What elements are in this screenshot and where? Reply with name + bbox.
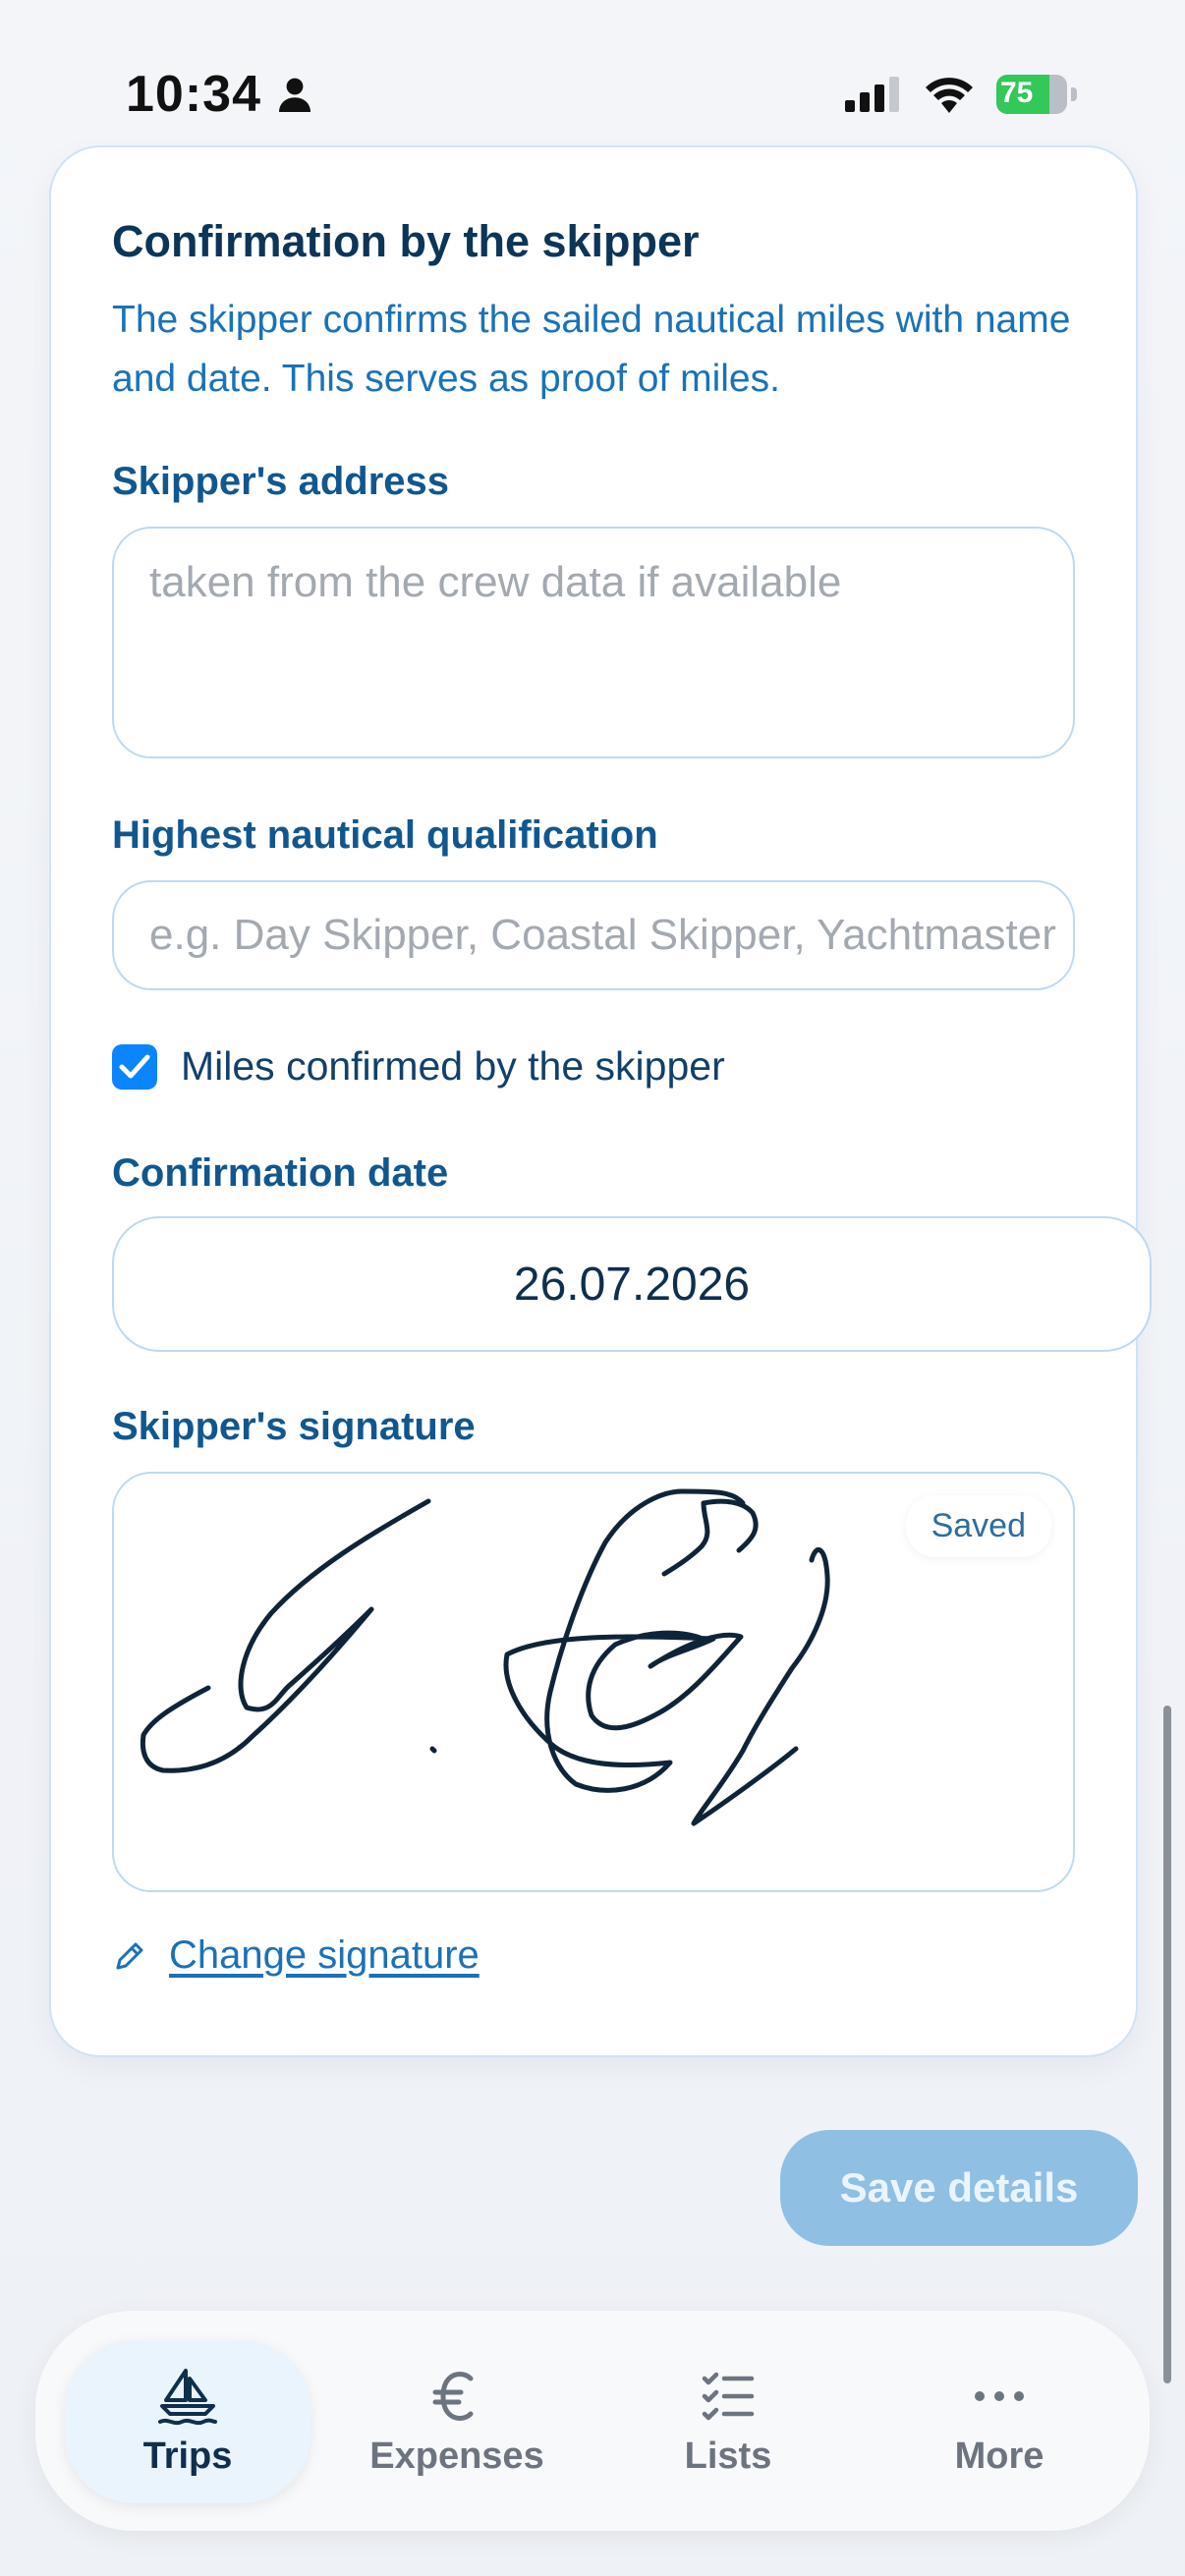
more-icon [975, 2390, 1024, 2401]
person-icon [279, 78, 310, 112]
confirmation-date-value: 26.07.2026 [513, 1258, 751, 1311]
sailboat-icon [158, 2368, 217, 2425]
address-label: Skipper's address [112, 460, 450, 503]
tab-expenses-label: Expenses [369, 2435, 544, 2477]
signature-saved-badge: Saved [905, 1495, 1051, 1557]
euro-icon [432, 2371, 474, 2421]
tab-lists-label: Lists [684, 2435, 772, 2477]
section-title: Confirmation by the skipper [112, 216, 700, 266]
scrollbar[interactable] [1163, 1706, 1171, 2383]
pencil-icon [116, 1942, 143, 1969]
tab-more-label: More [954, 2435, 1044, 2477]
wifi-icon [926, 78, 973, 113]
battery-indicator: 75 [996, 75, 1077, 114]
tab-more[interactable]: More [876, 2340, 1122, 2503]
confirmation-date-picker[interactable]: 26.07.2026 [112, 1216, 1152, 1352]
address-placeholder: taken from the crew data if available [149, 558, 842, 606]
skipper-address-input[interactable]: taken from the crew data if available [112, 527, 1075, 758]
cellular-signal-icon [845, 77, 899, 112]
tab-trips-label: Trips [142, 2435, 233, 2477]
tab-trips[interactable]: Trips [65, 2340, 310, 2503]
signature-label: Skipper's signature [112, 1405, 476, 1448]
confirmation-date-label: Confirmation date [112, 1151, 449, 1195]
status-bar: 10:34 75 [0, 0, 1185, 147]
status-time: 10:34 [126, 65, 314, 124]
qualification-placeholder: e.g. Day Skipper, Coastal Skipper, Yacht… [149, 911, 1056, 959]
miles-confirmed-checkbox[interactable] [112, 1043, 157, 1090]
bottom-tab-bar: Trips Expenses Lists More [35, 2311, 1150, 2531]
qualification-label: Highest nautical qualification [112, 813, 658, 857]
tab-lists[interactable]: Lists [605, 2340, 851, 2503]
save-details-label: Save details [839, 2164, 1079, 2211]
tab-expenses[interactable]: Expenses [334, 2340, 580, 2503]
change-signature-link[interactable]: Change signature [112, 1933, 480, 1978]
checklist-icon [702, 2372, 755, 2420]
skipper-confirmation-card: Confirmation by the skipper The skipper … [49, 145, 1152, 2057]
miles-confirmed-row[interactable]: Miles confirmed by the skipper [112, 1043, 725, 1090]
signature-pad[interactable]: Saved [112, 1472, 1075, 1892]
change-signature-label: Change signature [169, 1933, 480, 1977]
checkmark-icon [119, 1054, 150, 1078]
qualification-input[interactable]: e.g. Day Skipper, Coastal Skipper, Yacht… [112, 880, 1075, 990]
save-details-button[interactable]: Save details [780, 2130, 1138, 2246]
miles-confirmed-label: Miles confirmed by the skipper [181, 1043, 725, 1089]
section-description: The skipper confirms the sailed nautical… [112, 299, 1071, 400]
